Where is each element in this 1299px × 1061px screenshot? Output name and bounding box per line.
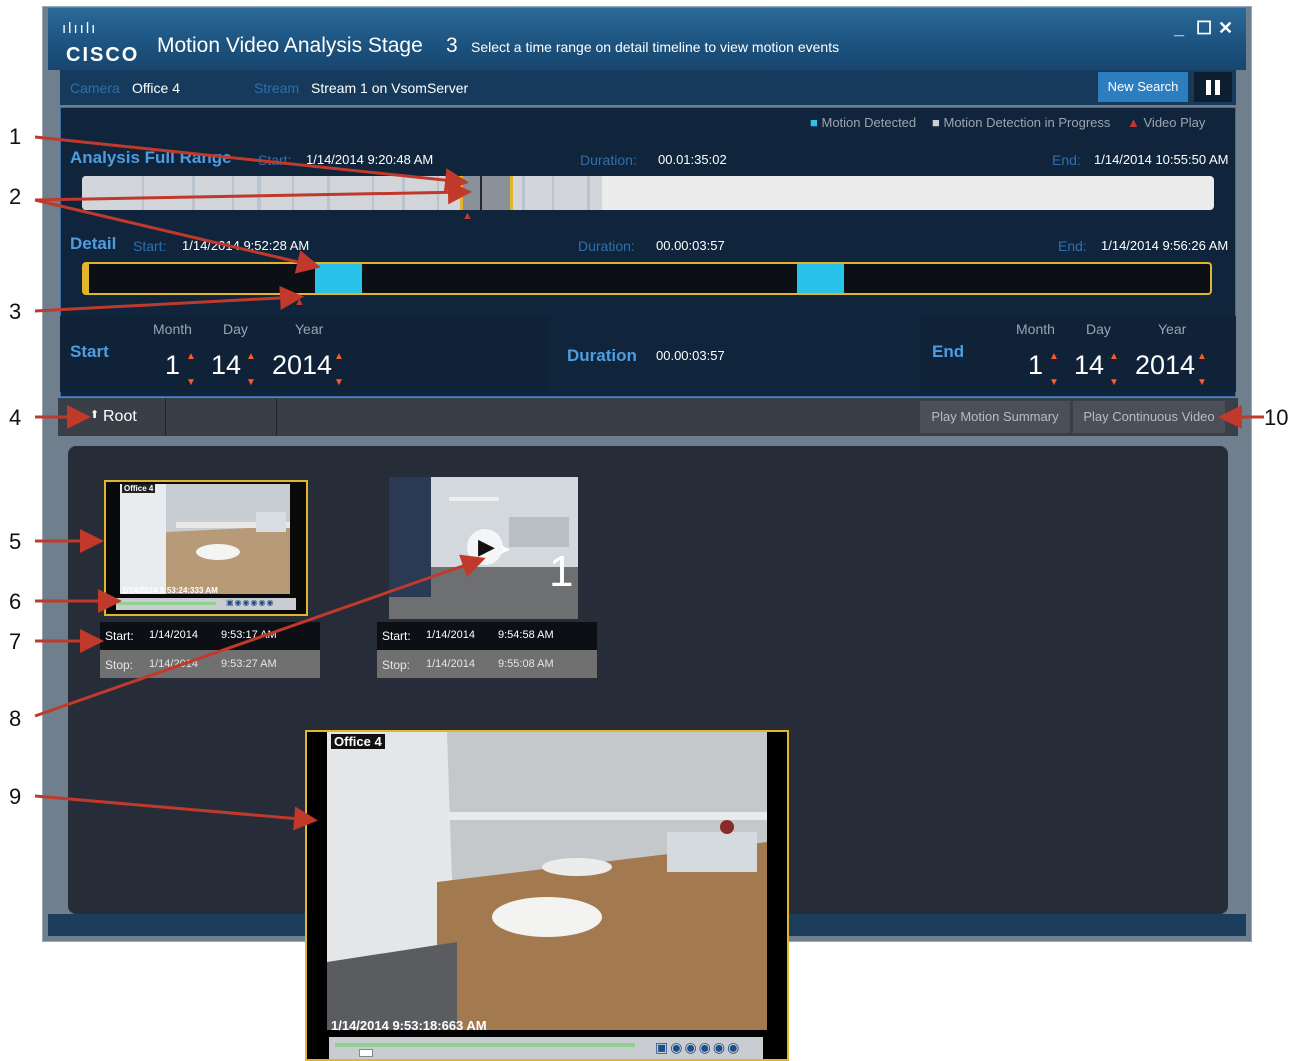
callout-6: 6 bbox=[9, 589, 22, 614]
callout-arrows bbox=[34, 135, 1264, 831]
callout-1: 1 bbox=[9, 124, 22, 149]
callout-3: 3 bbox=[9, 299, 22, 324]
callout-7: 7 bbox=[9, 629, 22, 654]
callout-4: 4 bbox=[9, 405, 22, 430]
callout-8: 8 bbox=[9, 706, 22, 731]
callout-10: 10 bbox=[1264, 405, 1289, 430]
callout-9: 9 bbox=[9, 784, 22, 809]
callout-5: 5 bbox=[9, 529, 22, 554]
callout-2: 2 bbox=[9, 184, 22, 209]
